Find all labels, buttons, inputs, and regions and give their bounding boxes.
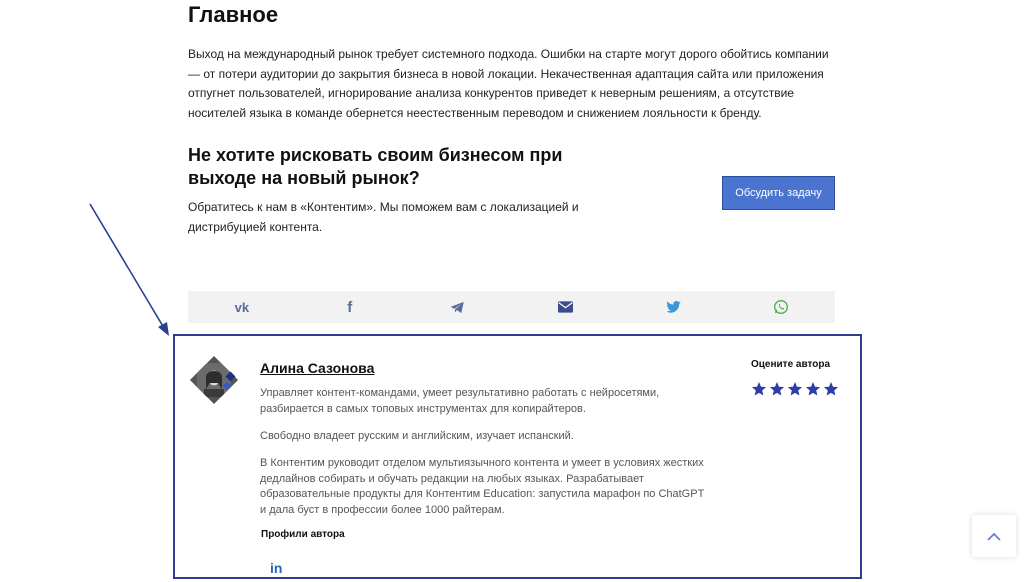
twitter-icon xyxy=(666,301,681,313)
facebook-icon: f xyxy=(347,298,353,316)
share-bar: vk f xyxy=(188,291,835,323)
author-name-link[interactable]: Алина Сазонова xyxy=(260,360,374,376)
share-whatsapp[interactable] xyxy=(727,291,835,323)
author-profiles-label: Профили автора xyxy=(261,529,345,540)
chevron-up-icon xyxy=(987,532,1001,541)
star-icon[interactable] xyxy=(823,381,839,397)
star-icon[interactable] xyxy=(787,381,803,397)
star-icon[interactable] xyxy=(769,381,785,397)
telegram-icon xyxy=(450,301,464,313)
author-bio-2: Свободно владеет русским и английским, и… xyxy=(260,430,574,442)
rate-author-label: Оцените автора xyxy=(751,359,831,370)
vk-icon: vk xyxy=(234,299,250,315)
section-heading: Главное xyxy=(188,2,279,27)
star-icon[interactable] xyxy=(805,381,821,397)
star-icon[interactable] xyxy=(751,381,767,397)
author-bio-3: В Контентим руководит отделом мультиязыч… xyxy=(260,457,705,516)
scroll-to-top-button[interactable] xyxy=(972,515,1016,557)
rating-stars xyxy=(751,381,839,397)
intro-paragraph: Выход на международный рынок требует сис… xyxy=(188,47,829,120)
share-twitter[interactable] xyxy=(619,291,727,323)
cta-text: Обратитесь к нам в «Контентим». Мы помож… xyxy=(188,200,579,234)
linkedin-icon[interactable]: in xyxy=(270,560,286,576)
avatar xyxy=(189,355,239,405)
share-vk[interactable]: vk xyxy=(188,291,296,323)
author-bio-1: Управляет контент-командами, умеет резул… xyxy=(260,387,660,415)
share-telegram[interactable] xyxy=(404,291,512,323)
cta-title: Не хотите рисковать своим бизнесом при в… xyxy=(188,145,563,188)
whatsapp-icon xyxy=(774,300,789,314)
email-icon xyxy=(557,301,573,313)
discuss-task-button[interactable]: Обсудить задачу xyxy=(722,176,835,210)
share-facebook[interactable]: f xyxy=(296,291,404,323)
share-email[interactable] xyxy=(511,291,619,323)
